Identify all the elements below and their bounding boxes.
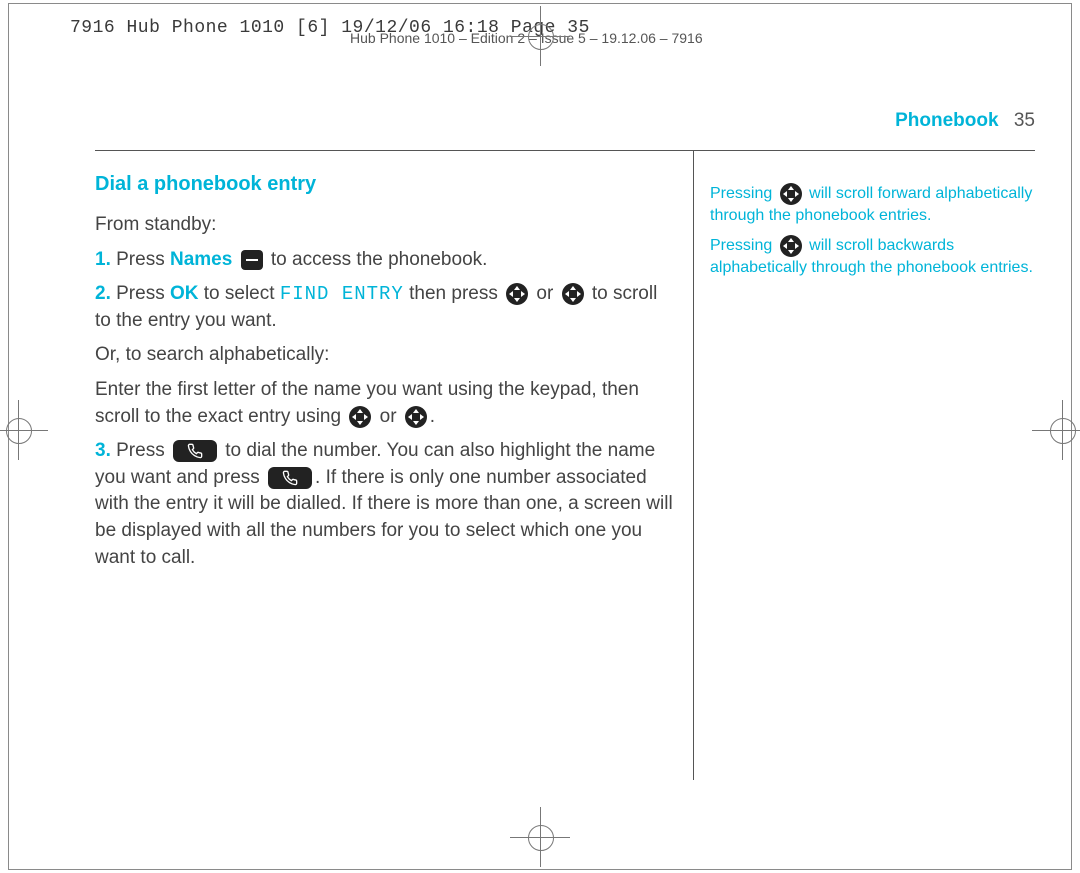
- call-key-icon: [173, 440, 217, 462]
- nav-down-icon: [780, 183, 802, 205]
- softkey-label-names: Names: [170, 249, 232, 270]
- side-note-2: Pressing will scroll backwards alphabeti…: [710, 235, 1040, 279]
- text: or: [374, 406, 401, 427]
- crop-mark-icon: [0, 400, 48, 460]
- topic-heading: Dial a phonebook entry: [95, 170, 675, 198]
- text: to access the phonebook.: [266, 249, 488, 270]
- ok-label: OK: [170, 283, 199, 304]
- crop-mark-icon: [510, 807, 570, 867]
- text: Pressing: [710, 237, 777, 254]
- text: Press: [111, 249, 170, 270]
- intro-line: From standby:: [95, 212, 675, 239]
- text: to select: [198, 283, 279, 304]
- step-1: 1. Press Names to access the phonebook.: [95, 247, 675, 274]
- page-number: 35: [1014, 110, 1035, 131]
- section-header: Phonebook 35: [895, 110, 1035, 132]
- side-note-1: Pressing will scroll forward alphabetica…: [710, 183, 1040, 227]
- text: .: [430, 406, 435, 427]
- section-name: Phonebook: [895, 110, 998, 131]
- text: Press: [111, 283, 170, 304]
- nav-up-icon: [780, 235, 802, 257]
- divider-vertical: [693, 150, 694, 780]
- crop-mark-icon: [1032, 400, 1080, 460]
- step-2: 2. Press OK to select FIND ENTRY then pr…: [95, 281, 675, 334]
- step-number: 1.: [95, 249, 111, 270]
- nav-up-down-icon: [562, 283, 584, 305]
- crop-mark-icon: [510, 6, 570, 66]
- softkey-icon: [241, 250, 263, 270]
- step-number: 3.: [95, 440, 111, 461]
- text: Pressing: [710, 185, 777, 202]
- step-number: 2.: [95, 283, 111, 304]
- main-column: Dial a phonebook entry From standby: 1. …: [95, 170, 675, 579]
- call-key-icon: [268, 467, 312, 489]
- text: Press: [111, 440, 170, 461]
- alt-body: Enter the first letter of the name you w…: [95, 377, 675, 430]
- text: then press: [404, 283, 503, 304]
- nav-up-down-icon: [506, 283, 528, 305]
- step-3: 3. Press to dial the number. You can als…: [95, 438, 675, 571]
- side-column: Pressing will scroll forward alphabetica…: [710, 175, 1040, 286]
- menu-option: FIND ENTRY: [280, 283, 404, 305]
- nav-up-down-icon: [405, 406, 427, 428]
- alt-intro: Or, to search alphabetically:: [95, 342, 675, 369]
- text: or: [531, 283, 558, 304]
- nav-up-down-icon: [349, 406, 371, 428]
- divider-horizontal: [95, 150, 1035, 151]
